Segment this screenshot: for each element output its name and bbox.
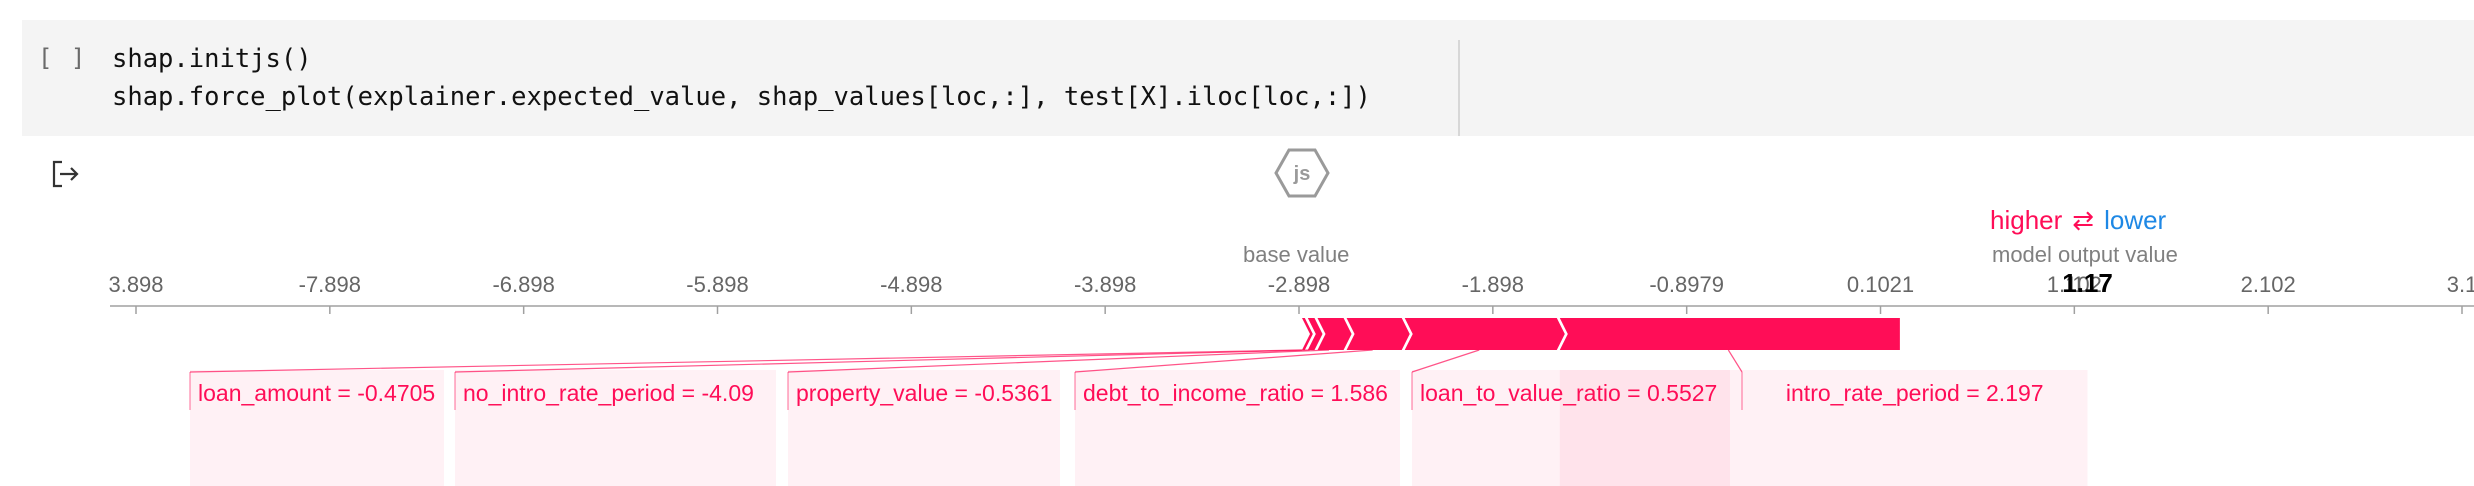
tick-label: 3.898 xyxy=(108,272,163,297)
tick-label: 3.1 xyxy=(2447,272,2474,297)
tick-label: -5.898 xyxy=(686,272,748,297)
label-connector xyxy=(1727,349,1743,373)
force-segment xyxy=(1559,318,1900,350)
tick-label: 0.1021 xyxy=(1847,272,1914,297)
tick-label: -1.898 xyxy=(1462,272,1524,297)
label-connector xyxy=(1411,349,1480,373)
force-segment xyxy=(1346,318,1410,350)
feature-label: property_value = -0.5361 xyxy=(796,380,1052,406)
force-segment xyxy=(1317,318,1352,350)
tick-label: -4.898 xyxy=(880,272,942,297)
tick-label: -7.898 xyxy=(299,272,361,297)
feature-label: no_intro_rate_period = -4.09 xyxy=(463,380,754,406)
output-value: 1.17 xyxy=(2062,268,2113,298)
tick-label: -6.898 xyxy=(492,272,554,297)
label-connector xyxy=(189,349,1302,373)
force-plot: 3.898 -7.898 -6.898 -5.898 -4.898 -3.898 -2.89… xyxy=(108,268,2474,486)
force-segment xyxy=(1404,318,1565,350)
feature-label: loan_amount = -0.4705 xyxy=(198,380,435,406)
feature-label: intro_rate_period = 2.197 xyxy=(1786,380,2044,406)
tick-label: -2.898 xyxy=(1268,272,1330,297)
tick-label: -3.898 xyxy=(1074,272,1136,297)
tick-label: 2.102 xyxy=(2241,272,2296,297)
feature-label: debt_to_income_ratio = 1.586 xyxy=(1083,380,1388,406)
tick-label: -0.8979 xyxy=(1649,272,1724,297)
